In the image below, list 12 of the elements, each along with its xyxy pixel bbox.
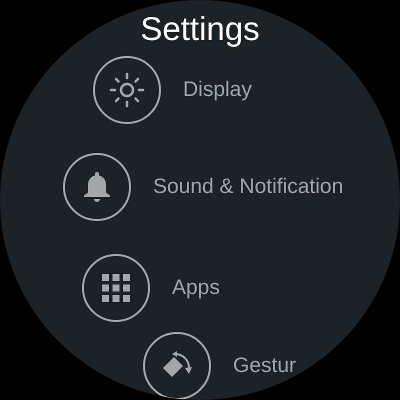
settings-item-icon-button[interactable] [63, 153, 131, 221]
settings-item-label[interactable]: Gestur [233, 354, 296, 378]
settings-item-label[interactable]: Display [183, 78, 252, 102]
settings-item-icon-button[interactable] [93, 56, 161, 124]
settings-item-label[interactable]: Apps [172, 276, 220, 300]
brightness-icon [109, 72, 145, 108]
bell-icon [83, 171, 111, 203]
grid-icon [102, 274, 130, 302]
settings-item-icon-button[interactable] [82, 254, 150, 322]
settings-item-label[interactable]: Sound & Notification [153, 175, 344, 199]
settings-item-icon-button[interactable] [143, 332, 211, 400]
screen-title: Settings [139, 9, 261, 49]
